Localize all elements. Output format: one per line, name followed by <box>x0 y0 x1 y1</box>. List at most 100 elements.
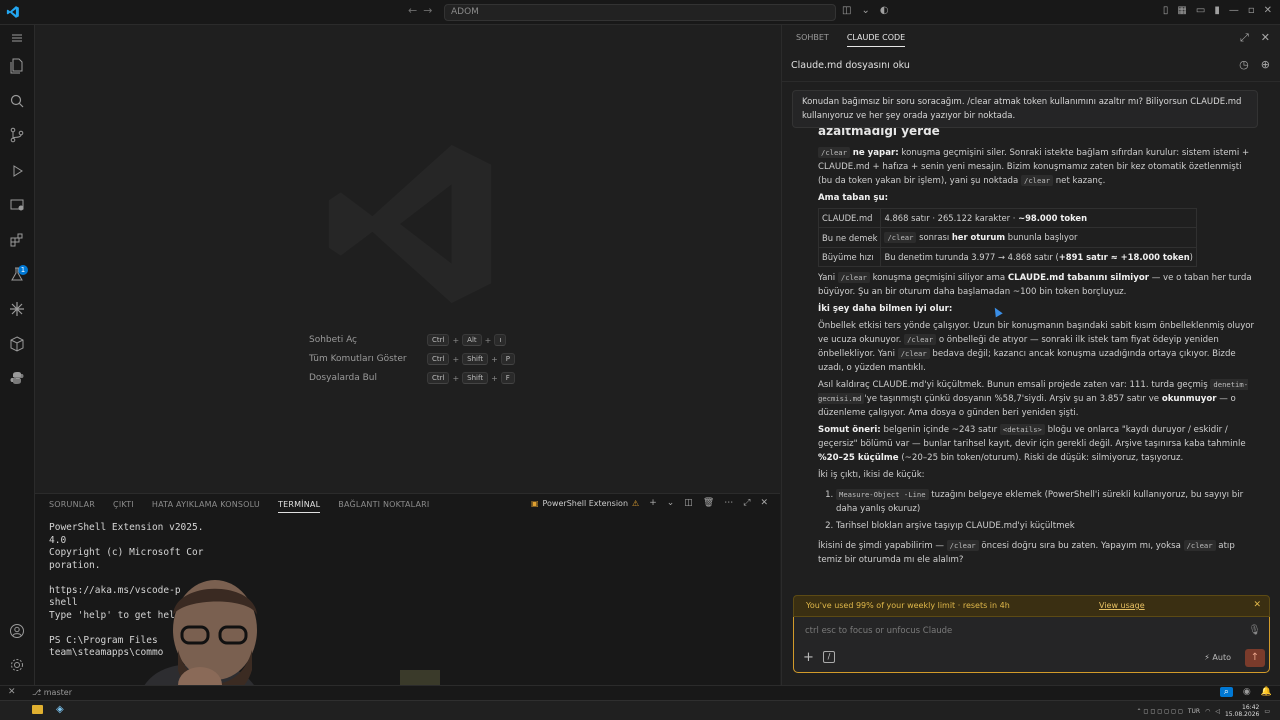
source-control-icon[interactable] <box>7 125 27 145</box>
slash-command-icon[interactable]: / <box>823 651 835 663</box>
task-list: Measure-Object -Line tuzağını belgeye ek… <box>836 488 1258 533</box>
terminal-line: PowerShell Extension v2025. <box>49 522 204 533</box>
vscode-logo-icon <box>0 0 26 25</box>
hint-find-in-files[interactable]: Dosyalarda Bul Ctrl + Shift + F <box>309 372 515 384</box>
list-item: Measure-Object -Line tuzağını belgeye ek… <box>836 488 1258 516</box>
add-attachment-icon[interactable]: + <box>803 650 814 665</box>
remote-indicator-icon[interactable]: ✕ <box>8 687 16 697</box>
volume-icon[interactable]: ◁ <box>1215 708 1220 715</box>
reply-paragraph: Somut öneri: belgenin içinde ~243 satır … <box>818 424 1246 463</box>
explorer-taskbar-icon[interactable] <box>32 705 43 714</box>
toggle-sidebar-icon[interactable]: ▯ <box>1163 5 1169 16</box>
remote-explorer-icon[interactable] <box>7 195 27 215</box>
input-placeholder: ctrl esc to focus or unfocus Claude <box>805 626 953 636</box>
zoom-icon[interactable]: ⌕ <box>1219 687 1233 697</box>
maximize-icon[interactable]: ▫ <box>1248 5 1255 16</box>
microphone-icon[interactable]: 🎙 <box>1248 625 1261 636</box>
clock[interactable]: 16:42 15.08.2026 <box>1225 704 1259 718</box>
key-cap: Ctrl <box>427 372 450 384</box>
branch-indicator[interactable]: ⎇ master <box>32 688 72 697</box>
testing-flask-icon[interactable] <box>7 264 27 284</box>
input-language[interactable]: TUR <box>1188 708 1200 715</box>
copilot-chat-icon[interactable]: ◫ <box>842 5 851 16</box>
search-icon[interactable] <box>7 91 27 111</box>
bell-icon[interactable]: 🔔 <box>1261 687 1272 697</box>
conversation-title: Claude.md dosyasını oku <box>791 60 910 71</box>
maximize-icon[interactable]: ⤢ <box>1240 31 1249 45</box>
key-cap: ı <box>494 334 507 346</box>
tab-claude-code[interactable]: CLAUDE CODE <box>846 33 906 47</box>
history-icon[interactable]: ◷ <box>1239 58 1249 71</box>
terminal-selector[interactable]: ▣ PowerShell Extension ⚠ <box>531 499 639 508</box>
toggle-panel-icon[interactable]: ▭ <box>1196 5 1205 16</box>
extensions-icon[interactable] <box>7 230 27 250</box>
chevron-down-icon[interactable]: ⌄ <box>667 498 675 508</box>
new-terminal-icon[interactable]: + <box>649 498 657 508</box>
table-row: Büyüme hızı Bu denetim turunda 3.977 → 4… <box>817 247 1197 267</box>
tab-chat[interactable]: SOHBET <box>796 33 829 47</box>
terminal-line: Copyright (c) Microsoft Cor <box>49 547 204 558</box>
wifi-icon[interactable]: ◠ <box>1205 708 1210 715</box>
copilot-icon[interactable]: ◉ <box>1243 687 1251 697</box>
chevron-down-icon[interactable]: ⌄ <box>861 5 869 16</box>
run-debug-icon[interactable] <box>7 161 27 181</box>
usage-limit-banner: You've used 99% of your weekly limit · r… <box>793 595 1270 617</box>
python-icon[interactable] <box>7 368 27 388</box>
hint-open-chat[interactable]: Sohbeti Aç Ctrl + Alt + ı <box>309 334 507 346</box>
reply-paragraph: Yani /clear konuşma geçmişini siliyor am… <box>818 272 1252 297</box>
list-item: Tarihsel blokları arşive taşıyıp CLAUDE.… <box>836 519 1258 533</box>
toggle-secondary-sidebar-icon[interactable]: ▮ <box>1214 5 1220 16</box>
tab-debug-console[interactable]: HATA AYIKLAMA KONSOLU <box>152 500 260 513</box>
accounts-icon[interactable]: ◐ <box>880 5 889 16</box>
new-chat-icon[interactable]: ⊕ <box>1261 58 1270 71</box>
tray-icons[interactable]: ⌃ ◻ ◻ ◻ ◻ ◻ ◻ <box>1137 708 1183 715</box>
key-cap: F <box>500 372 515 384</box>
key-cap: Alt <box>462 334 482 346</box>
user-message: Konudan bağımsız bir soru soracağım. /cl… <box>792 90 1258 128</box>
warning-icon: ⚠ <box>632 498 640 508</box>
explorer-icon[interactable] <box>7 56 27 76</box>
message-area[interactable]: Konudan bağımsız bir soru soracağım. /cl… <box>782 82 1280 592</box>
maximize-panel-icon[interactable]: ⤢ <box>743 498 750 508</box>
mode-selector[interactable]: ⚡ Auto <box>1204 653 1231 662</box>
package-cube-icon[interactable] <box>7 334 27 354</box>
tab-terminal[interactable]: TERMİNAL <box>277 500 321 513</box>
windows-taskbar: ◈ ⌃ ◻ ◻ ◻ ◻ ◻ ◻ TUR ◠ ◁ 16:42 15.08.2026… <box>0 700 1280 720</box>
close-banner-icon[interactable]: ✕ <box>1253 600 1261 610</box>
customize-layout-icon[interactable]: ▦ <box>1177 5 1186 16</box>
account-icon[interactable] <box>7 621 27 641</box>
terminal-line: poration. <box>49 559 101 571</box>
hint-show-all-commands[interactable]: Tüm Komutları Göster Ctrl + Shift + P <box>309 353 516 365</box>
send-button[interactable]: ↑ <box>1245 649 1265 667</box>
forward-arrow-icon[interactable]: → <box>423 4 432 17</box>
back-arrow-icon[interactable]: ← <box>408 4 417 17</box>
key-cap: Shift <box>462 372 489 384</box>
menu-icon[interactable] <box>7 28 27 48</box>
status-bar: ✕ ⎇ master ⌕ ◉ 🔔 <box>0 685 1280 700</box>
reply-paragraph: Asıl kaldıraç CLAUDE.md'yi küçültmek. Bu… <box>818 379 1249 418</box>
view-usage-link[interactable]: View usage <box>1099 601 1145 610</box>
editor-area: Sohbeti Aç Ctrl + Alt + ı Tüm Komutları Gö… <box>35 25 780 493</box>
reply-paragraph: /clear ne yapar: konuşma geçmişini siler… <box>818 147 1250 186</box>
claude-spark-icon[interactable] <box>7 299 27 319</box>
settings-gear-icon[interactable] <box>7 655 27 675</box>
claude-panel: SOHBET CLAUDE CODE ⤢ ✕ Claude.md dosyası… <box>781 25 1280 685</box>
tab-ports[interactable]: BAĞLANTI NOKTALARI <box>338 500 429 513</box>
command-center-search[interactable]: ADOM <box>444 4 836 21</box>
key-cap: Ctrl <box>427 353 450 365</box>
minimize-icon[interactable]: — <box>1229 5 1239 16</box>
split-terminal-icon[interactable]: ◫ <box>684 498 693 508</box>
close-icon[interactable]: ✕ <box>1261 31 1270 45</box>
more-actions-icon[interactable]: ⋯ <box>724 498 733 508</box>
tab-output[interactable]: ÇIKTI <box>113 500 134 513</box>
prompt-input[interactable]: ctrl esc to focus or unfocus Claude 🎙 + … <box>793 617 1270 673</box>
close-panel-icon[interactable]: ✕ <box>760 498 768 508</box>
table-row: CLAUDE.md 4.868 satır · 265.122 karakter… <box>817 208 1197 228</box>
close-window-icon[interactable]: ✕ <box>1264 5 1272 16</box>
steam-taskbar-icon[interactable]: ◈ <box>56 704 64 715</box>
key-cap: Shift <box>462 353 489 365</box>
notifications-icon[interactable]: ▭ <box>1264 708 1270 715</box>
vscode-watermark-icon <box>328 144 492 304</box>
tab-problems[interactable]: SORUNLAR <box>49 500 95 513</box>
trash-icon[interactable]: 🗑 <box>703 498 714 508</box>
